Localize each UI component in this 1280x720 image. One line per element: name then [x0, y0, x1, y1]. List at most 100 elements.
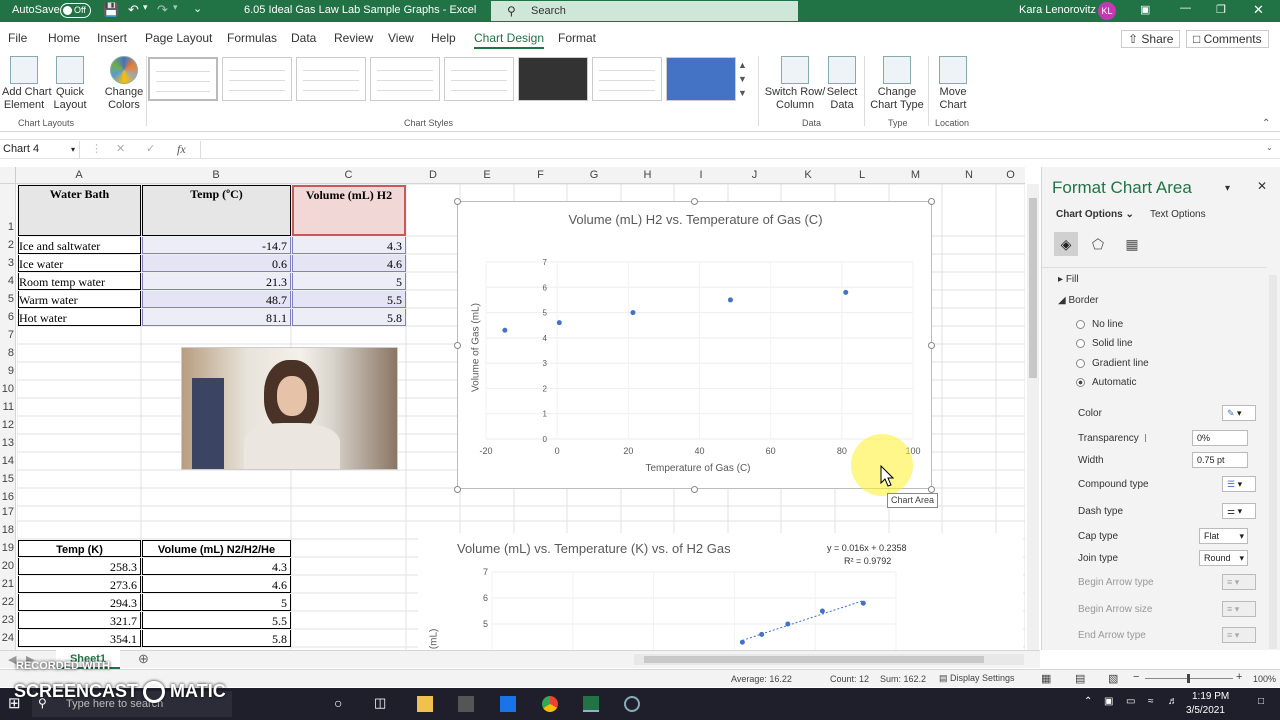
close-window-icon[interactable]: ✕: [1253, 2, 1264, 18]
cap-type-select[interactable]: Flat ▾: [1199, 528, 1248, 544]
chrome-icon[interactable]: [542, 696, 558, 712]
mail-icon[interactable]: [500, 696, 516, 712]
radio-gradient-line[interactable]: Gradient line: [1076, 358, 1149, 369]
resize-handle-ml[interactable]: [454, 342, 461, 349]
styles-scroll-up-icon[interactable]: ▲: [738, 60, 747, 70]
resize-handle-bl[interactable]: [454, 486, 461, 493]
display-settings-button[interactable]: ▤ Display Settings: [939, 673, 1015, 684]
table-cell[interactable]: 5: [142, 594, 291, 611]
fill-line-icon[interactable]: ◈: [1054, 232, 1078, 256]
resize-handle-mr[interactable]: [928, 342, 935, 349]
row-header-22[interactable]: 22: [0, 596, 14, 608]
select-data-button[interactable]: Select Data: [826, 56, 858, 112]
notifications-icon[interactable]: □: [1258, 696, 1264, 707]
pane-close-icon[interactable]: ✕: [1257, 179, 1267, 193]
change-chart-type-button[interactable]: Change Chart Type: [870, 56, 924, 112]
table-cell[interactable]: 5: [292, 273, 406, 290]
row-header-8[interactable]: 8: [0, 347, 14, 359]
transparency-input[interactable]: 0%: [1192, 430, 1248, 446]
table-cell[interactable]: 4.3: [292, 237, 406, 254]
row-header-6[interactable]: 6: [0, 311, 14, 323]
enter-icon[interactable]: ✓: [146, 142, 155, 155]
tab-review[interactable]: Review: [334, 31, 373, 45]
network-icon[interactable]: ▣: [1104, 696, 1113, 707]
volume-icon[interactable]: ♬: [1168, 696, 1178, 707]
row-header-19[interactable]: 19: [0, 542, 14, 554]
column-header-I[interactable]: I: [674, 169, 728, 181]
autosave-toggle[interactable]: Off: [60, 3, 91, 18]
zoom-slider[interactable]: [1145, 674, 1233, 683]
radio-no-line[interactable]: No line: [1076, 319, 1123, 330]
column-header-B[interactable]: B: [141, 169, 291, 181]
store-icon[interactable]: [458, 696, 474, 712]
row-header-17[interactable]: 17: [0, 506, 14, 518]
color-picker[interactable]: ✎ ▾: [1222, 405, 1256, 421]
table-row[interactable]: Hot water: [18, 309, 141, 326]
table-cell[interactable]: 321.7: [18, 612, 141, 629]
chart-style-8[interactable]: [666, 57, 736, 101]
styles-scroll-down-icon[interactable]: ▼: [738, 74, 747, 84]
cancel-icon[interactable]: ✕: [116, 142, 125, 155]
row-header-13[interactable]: 13: [0, 437, 14, 449]
save-icon[interactable]: 💾: [103, 2, 119, 18]
begin-arrow-type-select[interactable]: ≡ ▾: [1222, 574, 1256, 590]
table-cell[interactable]: 5.8: [292, 309, 406, 326]
resize-handle-tr[interactable]: [928, 198, 935, 205]
name-box[interactable]: Chart 4 ▾: [0, 141, 80, 158]
zoom-level[interactable]: 100%: [1253, 674, 1276, 684]
data-point[interactable]: [630, 310, 636, 316]
data-point[interactable]: [727, 297, 733, 303]
width-input[interactable]: 0.75 pt: [1192, 452, 1248, 468]
join-type-select[interactable]: Round ▾: [1199, 550, 1248, 566]
chart-style-2[interactable]: [222, 57, 292, 101]
page-break-view-icon[interactable]: ▧: [1108, 672, 1118, 685]
data-point[interactable]: [843, 289, 849, 295]
begin-arrow-size-select[interactable]: ≡ ▾: [1222, 601, 1256, 617]
customize-qat-icon[interactable]: ⌄: [193, 2, 202, 15]
compound-type-select[interactable]: ☰ ▾: [1222, 476, 1256, 492]
chart1-y-axis-label[interactable]: Volume of Gas (mL): [471, 298, 482, 398]
table-cell[interactable]: 5.5: [292, 291, 406, 308]
column-header-C[interactable]: C: [291, 169, 406, 181]
data-point[interactable]: [785, 621, 791, 627]
table-cell[interactable]: 273.6: [18, 576, 141, 593]
zoom-in-icon[interactable]: +: [1236, 671, 1242, 683]
add-chart-element-button[interactable]: Add Chart Element: [2, 56, 52, 112]
radio-solid-line[interactable]: Solid line: [1076, 338, 1133, 349]
data-point[interactable]: [556, 320, 562, 326]
select-all-button[interactable]: [0, 167, 16, 184]
column-header-K[interactable]: K: [781, 169, 835, 181]
data-point[interactable]: [759, 631, 765, 637]
tab-text-options[interactable]: Text Options: [1150, 209, 1206, 220]
table-cell[interactable]: 4.6: [292, 255, 406, 272]
table-cell[interactable]: -14.7: [142, 237, 291, 254]
table-cell[interactable]: 48.7: [142, 291, 291, 308]
vertical-scrollbar[interactable]: [1027, 184, 1039, 650]
column-header-G[interactable]: G: [567, 169, 621, 181]
header-water-bath[interactable]: Water Bath: [18, 185, 141, 236]
cortana-icon[interactable]: ○: [334, 695, 342, 711]
ribbon-display-icon[interactable]: ▣: [1140, 3, 1150, 16]
tab-formulas[interactable]: Formulas: [227, 31, 277, 45]
row-header-11[interactable]: 11: [0, 401, 14, 413]
row-header-3[interactable]: 3: [0, 257, 14, 269]
move-chart-button[interactable]: Move Chart: [934, 56, 972, 112]
undo-dropdown-icon[interactable]: ▾: [143, 2, 148, 13]
column-header-N[interactable]: N: [942, 169, 996, 181]
data-point[interactable]: [502, 327, 508, 333]
tab-help[interactable]: Help: [431, 31, 456, 45]
search-box[interactable]: ⚲ Search: [491, 1, 798, 21]
redo-icon[interactable]: ↷: [157, 2, 168, 18]
table-row[interactable]: Room temp water: [18, 273, 141, 290]
chart-style-1[interactable]: [148, 57, 218, 101]
undo-icon[interactable]: ↶: [128, 2, 139, 18]
table-row[interactable]: Ice and saltwater: [18, 237, 141, 254]
column-header-M[interactable]: M: [889, 169, 942, 181]
header-temp-c[interactable]: Temp (ºC): [142, 185, 291, 236]
tab-insert[interactable]: Insert: [97, 31, 127, 45]
column-header-H[interactable]: H: [621, 169, 674, 181]
chart-style-3[interactable]: [296, 57, 366, 101]
clock-time[interactable]: 1:19 PM: [1192, 691, 1229, 702]
chart-style-4[interactable]: [370, 57, 440, 101]
clock-date[interactable]: 3/5/2021: [1186, 705, 1225, 716]
